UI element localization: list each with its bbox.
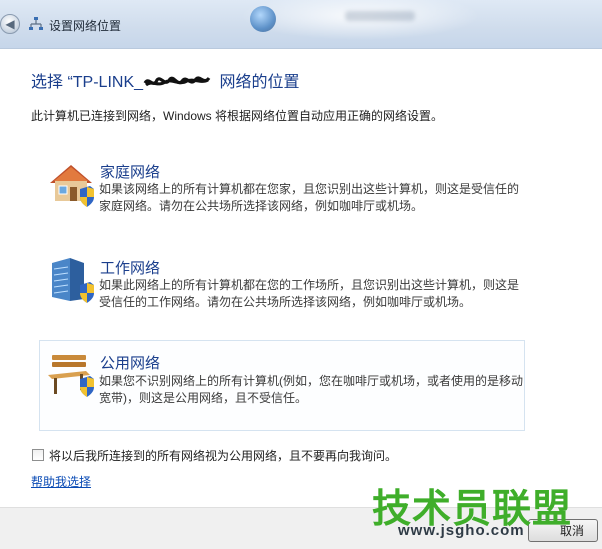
back-arrow-icon: ◀ bbox=[5, 17, 15, 31]
heading-prefix: 选择 “TP-LINK_ bbox=[31, 74, 144, 91]
heading-suffix: 网络的位置 bbox=[215, 74, 300, 91]
globe-icon bbox=[250, 6, 276, 32]
window-title: 设置网络位置 bbox=[49, 19, 122, 33]
park-bench-icon bbox=[48, 355, 94, 397]
house-icon bbox=[50, 165, 94, 207]
home-network-description: 如果该网络上的所有计算机都在您家，且您识别出这些计算机，则这是受信任的家庭网络。… bbox=[99, 182, 520, 213]
redaction-scribble bbox=[143, 76, 211, 87]
office-building-icon bbox=[52, 258, 94, 303]
work-network-option[interactable]: 工作网络 如果此网络上的所有计算机都在您的工作场所，且您识别出这些计算机，则这是… bbox=[39, 248, 525, 320]
public-network-title: 公用网络 bbox=[100, 355, 161, 372]
treat-all-as-public-label[interactable]: 将以后我所连接到的所有网络视为公用网络，且不要再向我询问。 bbox=[49, 447, 397, 464]
public-network-description: 如果您不识别网络上的所有计算机(例如，您在咖啡厅或机场，或者使用的是移动宽带)，… bbox=[99, 374, 523, 405]
watermark: 技术员联盟 www.jsgho.com bbox=[372, 478, 592, 544]
network-icon bbox=[29, 17, 43, 30]
blurred-title-text bbox=[345, 11, 415, 21]
back-button[interactable]: ◀ bbox=[0, 14, 20, 34]
home-network-title: 家庭网络 bbox=[100, 164, 161, 181]
work-network-title: 工作网络 bbox=[100, 260, 161, 277]
treat-all-as-public-checkbox[interactable] bbox=[32, 449, 44, 461]
page-description: 此计算机已连接到网络，Windows 将根据网络位置自动应用正确的网络设置。 bbox=[31, 109, 444, 123]
public-network-option[interactable]: 公用网络 如果您不识别网络上的所有计算机(例如，您在咖啡厅或机场，或者使用的是移… bbox=[39, 340, 525, 431]
work-network-description: 如果此网络上的所有计算机都在您的工作场所，且您识别出这些计算机，则这是受信任的工… bbox=[99, 278, 520, 309]
help-me-choose-link[interactable]: 帮助我选择 bbox=[31, 473, 91, 490]
title-bar: ◀ 设置网络位置 bbox=[0, 0, 602, 49]
page-heading: 选择 “TP-LINK_ 网络的位置 bbox=[31, 68, 299, 92]
watermark-url: www.jsgho.com bbox=[398, 522, 525, 539]
home-network-option[interactable]: 家庭网络 如果该网络上的所有计算机都在您家，且您识别出这些计算机，则这是受信任的… bbox=[39, 152, 525, 224]
